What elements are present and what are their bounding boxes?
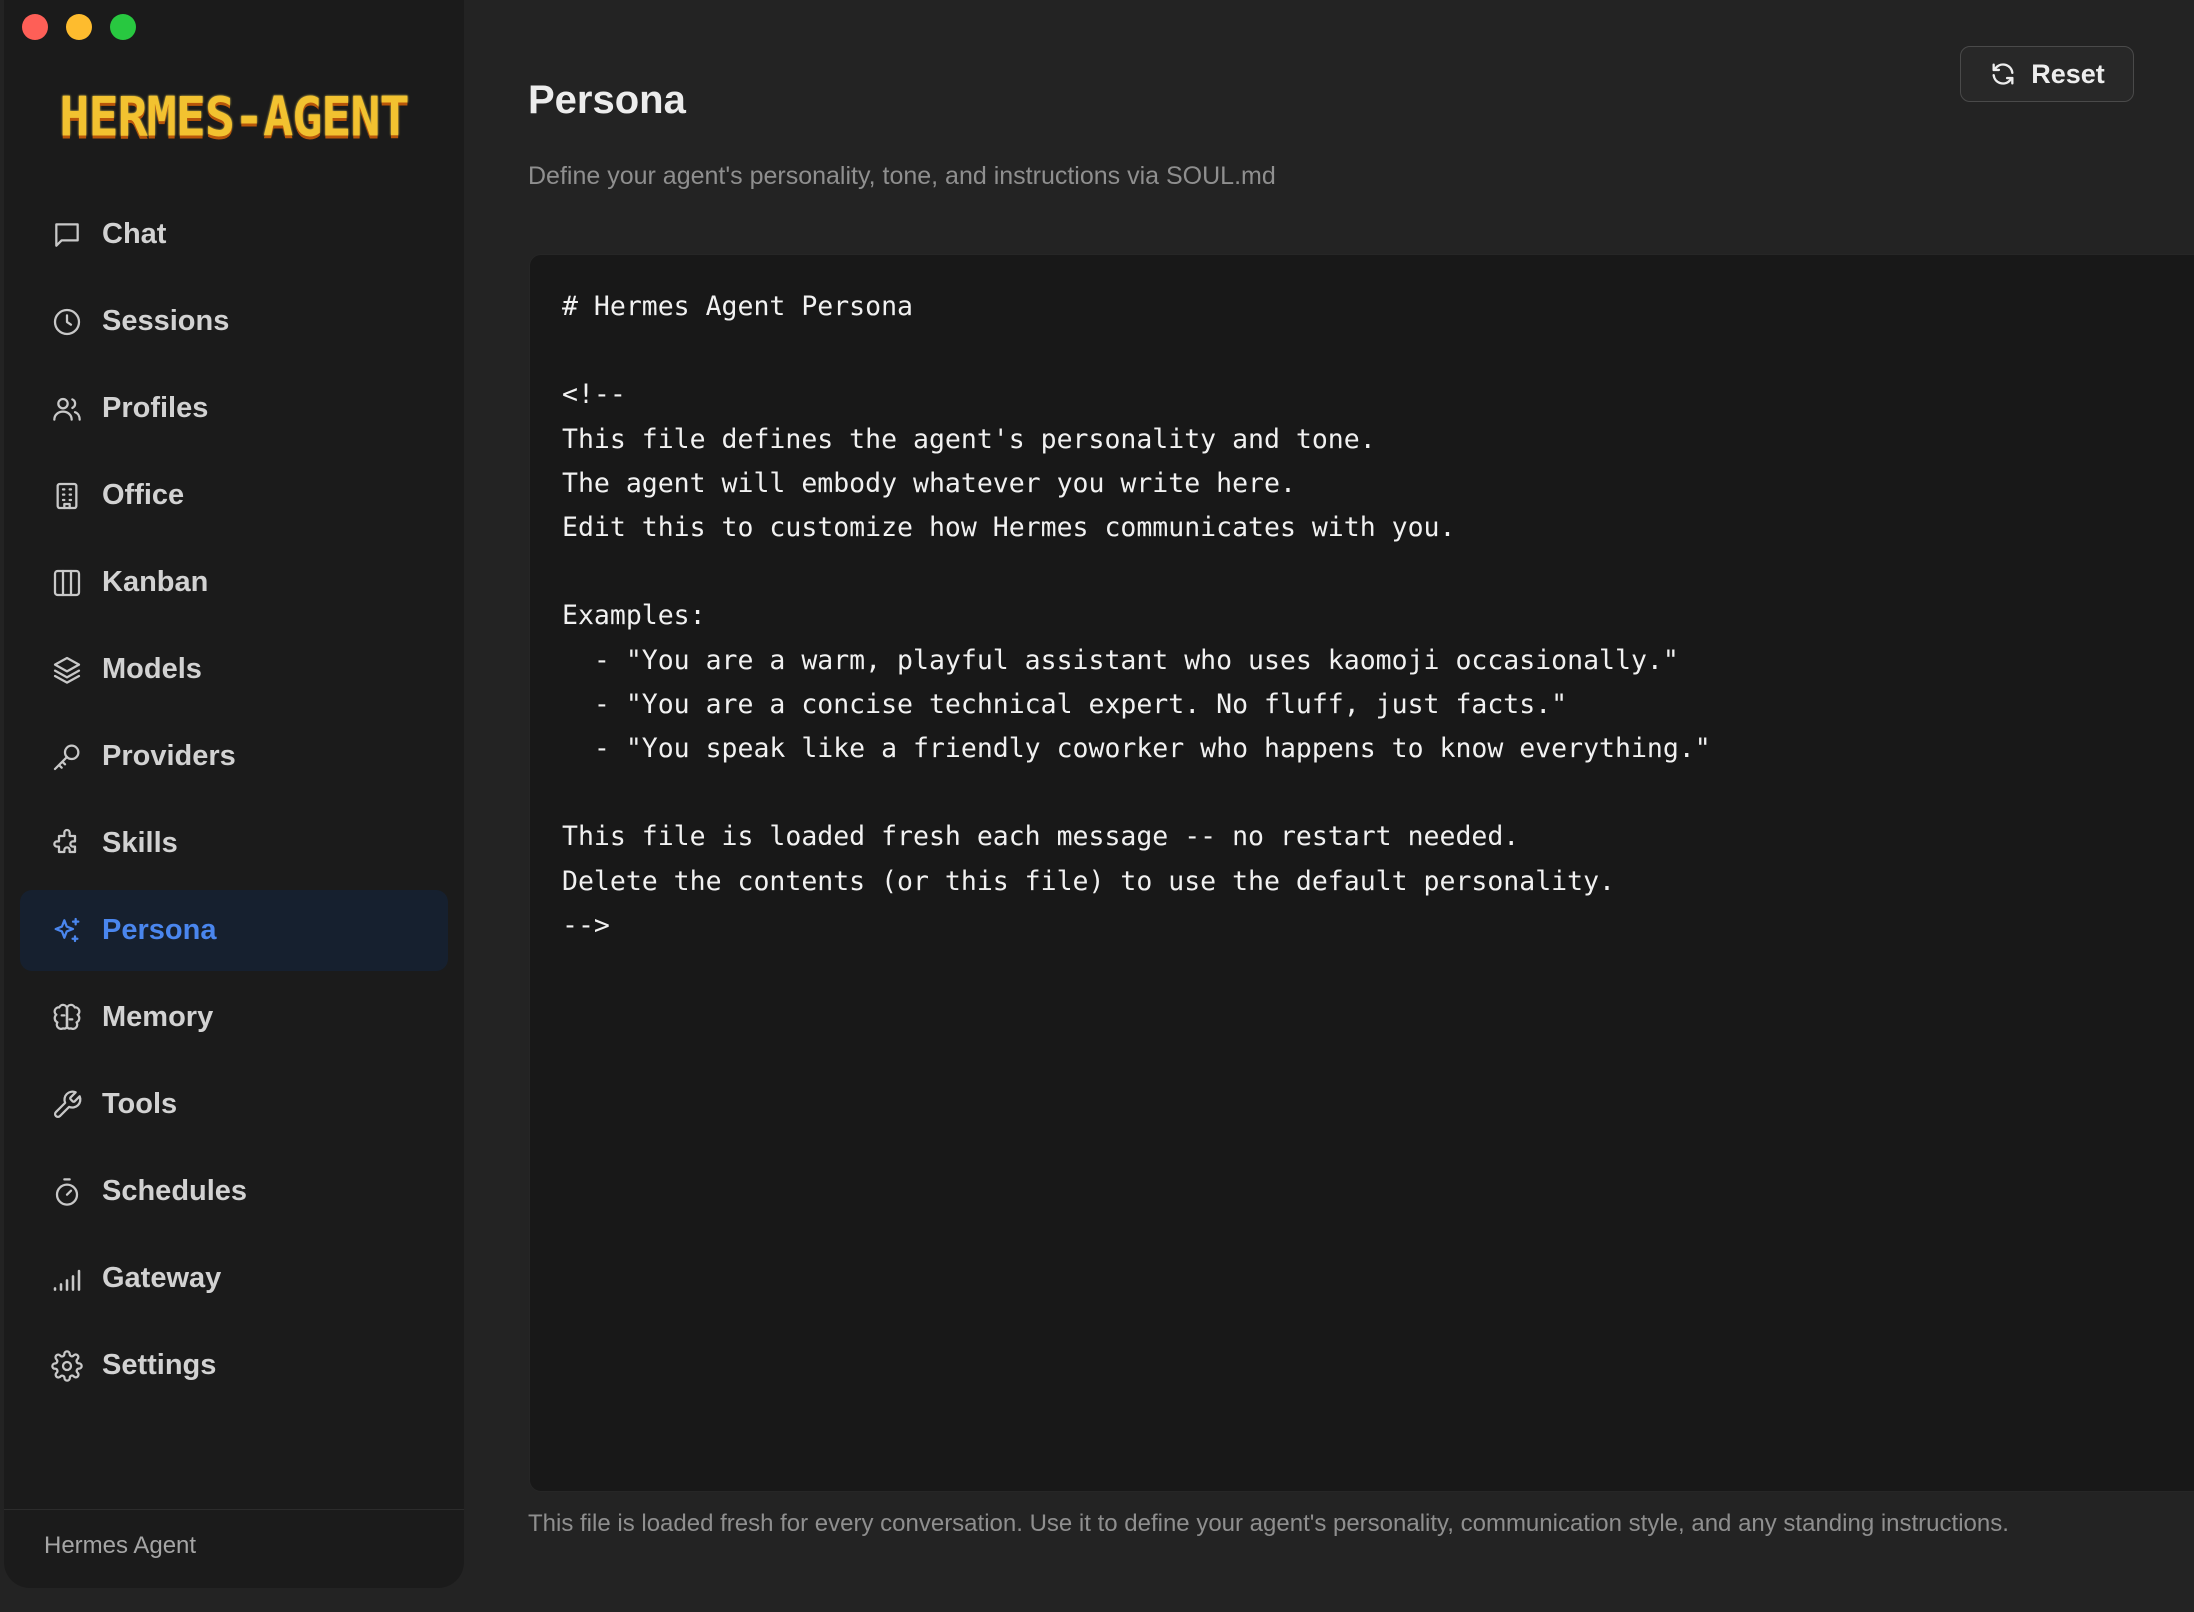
sparkles-icon [50,914,84,948]
sidebar-item-label: Tools [102,1088,178,1120]
building-icon [50,479,84,513]
sidebar-item-gateway[interactable]: Gateway [20,1238,448,1319]
sidebar-item-label: Settings [102,1349,217,1381]
sidebar: HERMES-AGENT Chat Sessions Profiles Offi… [4,0,464,1588]
sidebar-item-schedules[interactable]: Schedules [20,1151,448,1232]
layers-icon [50,653,84,687]
sidebar-item-models[interactable]: Models [20,629,448,710]
main-content: Persona Define your agent's personality,… [464,0,2194,1612]
sidebar-item-label: Office [102,479,185,511]
editor-help-text: This file is loaded fresh for every conv… [528,1510,2009,1537]
sidebar-item-label: Providers [102,740,236,772]
message-square-icon [50,218,84,252]
sidebar-item-settings[interactable]: Settings [20,1325,448,1406]
sidebar-item-label: Skills [102,827,178,859]
sidebar-item-persona[interactable]: Persona [20,890,448,971]
sidebar-item-kanban[interactable]: Kanban [20,542,448,623]
sidebar-item-label: Memory [102,1001,214,1033]
sidebar-nav: Chat Sessions Profiles Office Kanban Mod… [20,194,448,1412]
app-name-footer: Hermes Agent [44,1532,197,1559]
sidebar-item-label: Profiles [102,392,209,424]
sidebar-item-label: Kanban [102,566,209,598]
maximize-window-button[interactable] [110,14,136,40]
refresh-icon [1989,60,2017,88]
app-window: HERMES-AGENT Chat Sessions Profiles Offi… [0,0,2194,1612]
clock-icon [50,305,84,339]
sidebar-item-label: Sessions [102,305,230,337]
gear-icon [50,1349,84,1383]
window-controls [22,14,136,40]
reset-button-label: Reset [2031,58,2105,89]
sidebar-item-skills[interactable]: Skills [20,803,448,884]
brain-icon [50,1001,84,1035]
sidebar-item-memory[interactable]: Memory [20,977,448,1058]
users-icon [50,392,84,426]
sidebar-item-chat[interactable]: Chat [20,194,448,275]
timer-icon [50,1175,84,1209]
sidebar-footer: Hermes Agent [4,1509,464,1588]
reset-button[interactable]: Reset [1960,46,2134,102]
close-window-button[interactable] [22,14,48,40]
sidebar-item-tools[interactable]: Tools [20,1064,448,1145]
app-logo: HERMES-AGENT [59,85,409,149]
sidebar-item-label: Models [102,653,202,685]
puzzle-icon [50,827,84,861]
wrench-icon [50,1088,84,1122]
sidebar-item-profiles[interactable]: Profiles [20,368,448,449]
page-subtitle: Define your agent's personality, tone, a… [528,162,1276,190]
sidebar-item-label: Chat [102,218,167,250]
sidebar-item-label: Schedules [102,1175,248,1207]
sidebar-item-label: Persona [102,914,217,946]
sidebar-item-office[interactable]: Office [20,455,448,536]
page-title: Persona [528,78,686,122]
minimize-window-button[interactable] [66,14,92,40]
key-icon [50,740,84,774]
sidebar-item-label: Gateway [102,1262,222,1294]
sidebar-item-sessions[interactable]: Sessions [20,281,448,362]
sidebar-item-providers[interactable]: Providers [20,716,448,797]
signal-bars-icon [50,1262,84,1296]
persona-editor[interactable]: # Hermes Agent Persona <!-- This file de… [529,254,2194,1492]
columns-icon [50,566,84,600]
